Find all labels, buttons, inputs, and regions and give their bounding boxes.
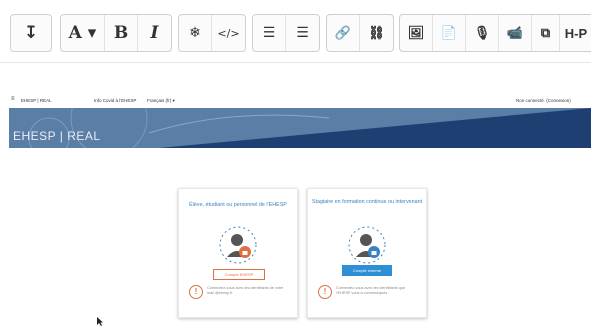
special-chars-button[interactable]: ❄ [179,15,212,51]
bold-button[interactable]: B [105,15,138,51]
info-icon: ! [189,285,203,299]
toolbar-group-5: 🔗 ⛓ [326,14,394,52]
card-title: Stagiaire en formation continue ou inter… [311,199,423,205]
info-covid-link[interactable]: Info Covid à l'EHESP [94,98,136,103]
embedded-page-screenshot: ≡ EHESP | REAL Info Covid à l'EHESP Fran… [9,93,591,328]
audio-button[interactable]: 🎙 [466,15,499,51]
banner-title: EHESP | REAL [13,129,101,143]
card-note: Connectez-vous avec les identifiants de … [207,286,284,295]
language-selector[interactable]: Français (fr) ▾ [147,98,175,104]
link-button[interactable]: 🔗 [327,15,360,51]
bullet-list-button[interactable]: ☰ [253,15,286,51]
image-button[interactable]: 🖼 [400,15,433,51]
user-lock-icon [348,226,386,264]
toolbar-group-6: 🖼 📄 🎙 📹 ⧉ H-P [399,14,591,52]
toolbar-divider [0,62,591,63]
user-lock-icon [219,226,257,264]
file-button[interactable]: 📄 [433,15,466,51]
copy-button[interactable]: ⧉ [532,15,560,51]
login-status[interactable]: Non connecté. (Connexion) [516,98,571,103]
login-card-ehesp: Élève, étudiant ou personnel de l'EHESP … [178,188,298,318]
toolbar-group-2: A ▾ B I [60,14,172,52]
external-account-button[interactable]: Compte externe [342,265,392,276]
video-button[interactable]: 📹 [499,15,532,51]
toolbar-group-4: ☰ ☰ [252,14,320,52]
toolbar-group-3: ❄ </> [178,14,246,52]
h5p-button[interactable]: H-P [560,15,591,51]
menu-icon[interactable]: ≡ [11,96,15,102]
card-note: Connectez-vous avec les identifiants que… [336,286,406,295]
indent-button[interactable]: ↧ [11,15,51,51]
editor-toolbar: ↧ A ▾ B I ❄ </> ☰ ☰ 🔗 ⛓ 🖼 📄 🎙 📹 ⧉ H-P [0,0,591,62]
unlink-button[interactable]: ⛓ [360,15,393,51]
italic-button[interactable]: I [138,15,171,51]
site-banner: EHESP | REAL [9,108,591,148]
card-title: Élève, étudiant ou personnel de l'EHESP [189,202,287,208]
toolbar-group-1: ↧ [10,14,52,52]
numbered-list-button[interactable]: ☰ [286,15,319,51]
site-navbar: ≡ EHESP | REAL Info Covid à l'EHESP Fran… [9,93,591,108]
text-color-button[interactable]: A ▾ [61,15,105,51]
login-card-external: Stagiaire en formation continue ou inter… [307,188,427,318]
source-code-button[interactable]: </> [212,15,245,51]
mouse-cursor-icon [97,317,103,326]
site-name[interactable]: EHESP | REAL [21,98,52,103]
ehesp-account-button[interactable]: Compte EHESP [213,269,265,280]
info-icon: ! [318,285,332,299]
